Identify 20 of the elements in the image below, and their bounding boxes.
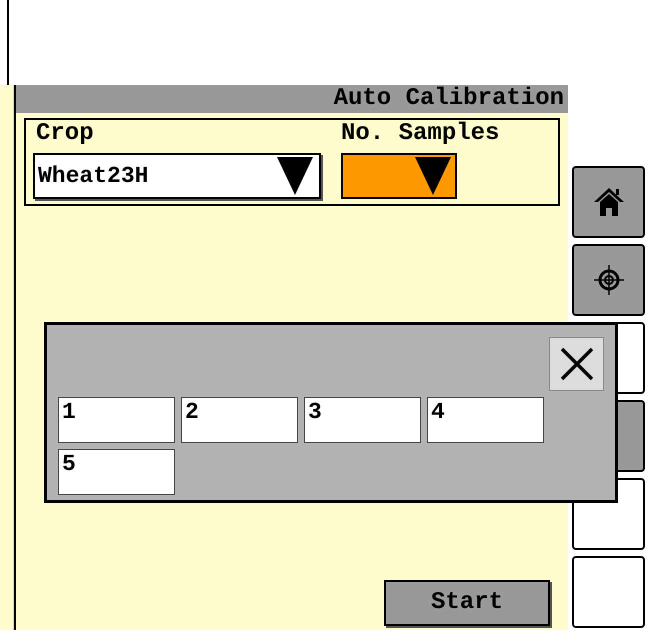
start-button[interactable]: Start (384, 580, 550, 626)
close-icon (560, 347, 594, 381)
dropdown-caret-icon (275, 155, 315, 197)
crop-label: Crop (35, 120, 95, 148)
sample-option[interactable]: 1 (58, 397, 175, 443)
target-button[interactable] (572, 244, 645, 316)
sample-option[interactable]: 5 (58, 449, 175, 495)
dropdown-caret-icon (413, 155, 453, 197)
samples-dropdown[interactable] (341, 153, 457, 199)
close-button[interactable] (549, 337, 604, 391)
home-button[interactable] (572, 166, 645, 238)
side-button[interactable] (572, 556, 645, 628)
crosshair-icon (592, 263, 626, 297)
home-icon (592, 185, 626, 219)
sample-option[interactable]: 3 (304, 397, 421, 443)
sample-option[interactable]: 4 (427, 397, 544, 443)
sample-option[interactable]: 2 (181, 397, 298, 443)
window-title: Auto Calibration (334, 87, 565, 111)
crop-dropdown[interactable]: Wheat23H (33, 153, 321, 199)
samples-label: No. Samples (341, 120, 500, 148)
